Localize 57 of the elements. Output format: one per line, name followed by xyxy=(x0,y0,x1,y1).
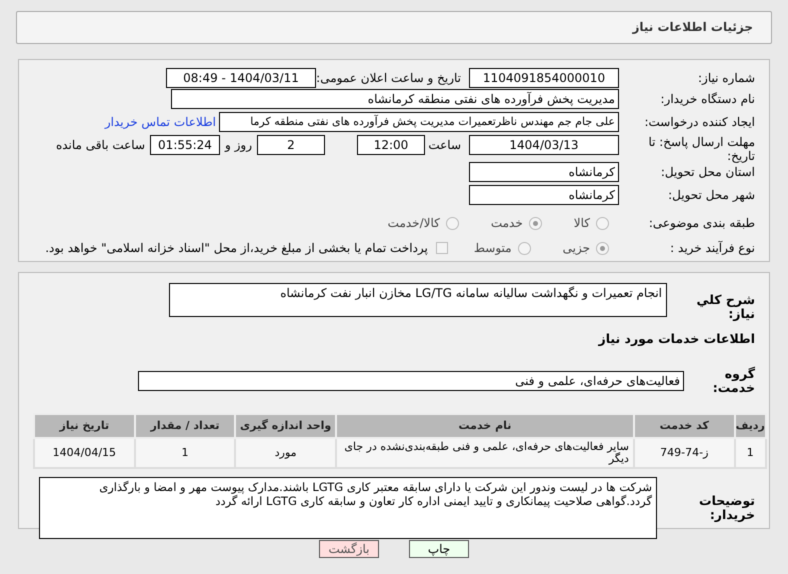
column-header: نام خدمت xyxy=(336,414,634,438)
table-cell: سایر فعالیت‌های حرفه‌ای، علمی و فنی طبقه‌بندی‌نشده در جای دیگر xyxy=(336,438,634,468)
radio-label: متوسط xyxy=(474,240,512,257)
table-cell: 1 xyxy=(734,438,766,468)
print-button[interactable]: چاپ xyxy=(409,540,469,558)
text-field[interactable]: علی جام جم مهندس ناظرتعمیرات مدیریت پخش فرآورده های نفتی منطقه کرما xyxy=(219,112,619,132)
column-header: ردیف xyxy=(734,414,766,438)
text-field[interactable]: 1404/03/13 xyxy=(469,135,619,155)
column-header: واحد اندازه گیری xyxy=(235,414,336,438)
radio-button[interactable] xyxy=(518,242,531,254)
column-header: تعداد / مقدار xyxy=(134,414,236,438)
radio-button[interactable] xyxy=(596,216,609,230)
field-label: گروه خدمت: xyxy=(712,366,755,395)
field-label: شهر محل تحویل: xyxy=(667,188,755,202)
field-label: ایجاد کننده درخواست: xyxy=(643,115,755,129)
field-label: طبقه بندی موضوعی: xyxy=(648,216,755,230)
text-field[interactable]: کرمانشاه xyxy=(469,185,619,205)
field-label: شرح کلي نياز: xyxy=(696,293,755,321)
column-header: تاریخ نیاز xyxy=(34,414,135,438)
page-title: جزئیات اطلاعات نیاز xyxy=(16,11,772,44)
table-cell: 1 xyxy=(134,438,236,468)
text-field[interactable]: 1104091854000010 xyxy=(469,68,619,88)
radio-button[interactable] xyxy=(528,216,542,230)
table-cell: ز-74-749 xyxy=(634,438,735,468)
radio-label: جزیی xyxy=(562,240,590,257)
radio-button[interactable] xyxy=(446,216,459,230)
field-label: نام دستگاه خریدار: xyxy=(660,92,755,106)
field-label: ساعت باقی مانده xyxy=(56,137,145,154)
table-cell: 1404/04/15 xyxy=(34,438,135,468)
field-label: توضیحات خریدار: xyxy=(698,494,755,522)
radio-button[interactable] xyxy=(596,242,609,254)
field-label: مهلت ارسال پاسخ: تا تاریخ: xyxy=(647,135,755,163)
checkbox[interactable] xyxy=(436,242,448,254)
text-field[interactable]: 1404/03/11 - 08:49 xyxy=(166,68,316,88)
text-field[interactable]: 2 xyxy=(257,135,325,155)
text-field[interactable]: 12:00 xyxy=(357,135,425,155)
radio-label: کالا/خدمت xyxy=(388,215,440,232)
table-cell: مورد xyxy=(235,438,336,468)
checkbox-label: پرداخت تمام یا بخشی از مبلغ خرید،از محل "اسناد خزانه اسلامی" خواهد بود. xyxy=(45,240,428,257)
text-field[interactable]: مدیریت پخش فرآورده های نفتی منطقه کرمانشاه xyxy=(171,89,619,109)
text-area[interactable]: انجام تعمیرات و نگهداشت سالیانه سامانه LG/TG مخازن انبار نفت کرمانشاه xyxy=(169,283,667,317)
field-label: روز و xyxy=(225,137,252,154)
field-label: تاریخ و ساعت اعلان عمومی: xyxy=(316,70,461,84)
contact-link[interactable]: اطلاعات تماس خریدار xyxy=(104,113,216,131)
field-label: ساعت xyxy=(427,137,461,154)
back-button[interactable]: بازگشت xyxy=(319,540,379,558)
text-field[interactable]: 01:55:24 xyxy=(150,135,220,155)
column-header: کد خدمت xyxy=(634,414,735,438)
text-field[interactable]: کرمانشاه xyxy=(469,162,619,182)
field-label: استان محل تحویل: xyxy=(660,165,755,179)
text-field[interactable]: فعالیت‌های حرفه‌ای، علمی و فنی xyxy=(138,370,684,391)
radio-label: خدمت xyxy=(490,215,523,232)
radio-label: کالا xyxy=(574,215,590,232)
field-label: نوع فرآیند خرید : xyxy=(669,241,755,255)
field-label: شماره نیاز: xyxy=(697,70,755,84)
section-heading: اطلاعات خدمات مورد نياز xyxy=(597,330,755,348)
text-area[interactable]: شرکت ها در لیست وندور این شرکت یا دارای سابقه معتبر کاری LGTG باشند.مدارک پیوست مهر و امضا و بارگذاری گردد.گواهی صلاحیت پیمانکاری و تایید ایمنی اداره کار تعاون و سابقه کاری LGTG ارائه گردد xyxy=(39,476,657,539)
